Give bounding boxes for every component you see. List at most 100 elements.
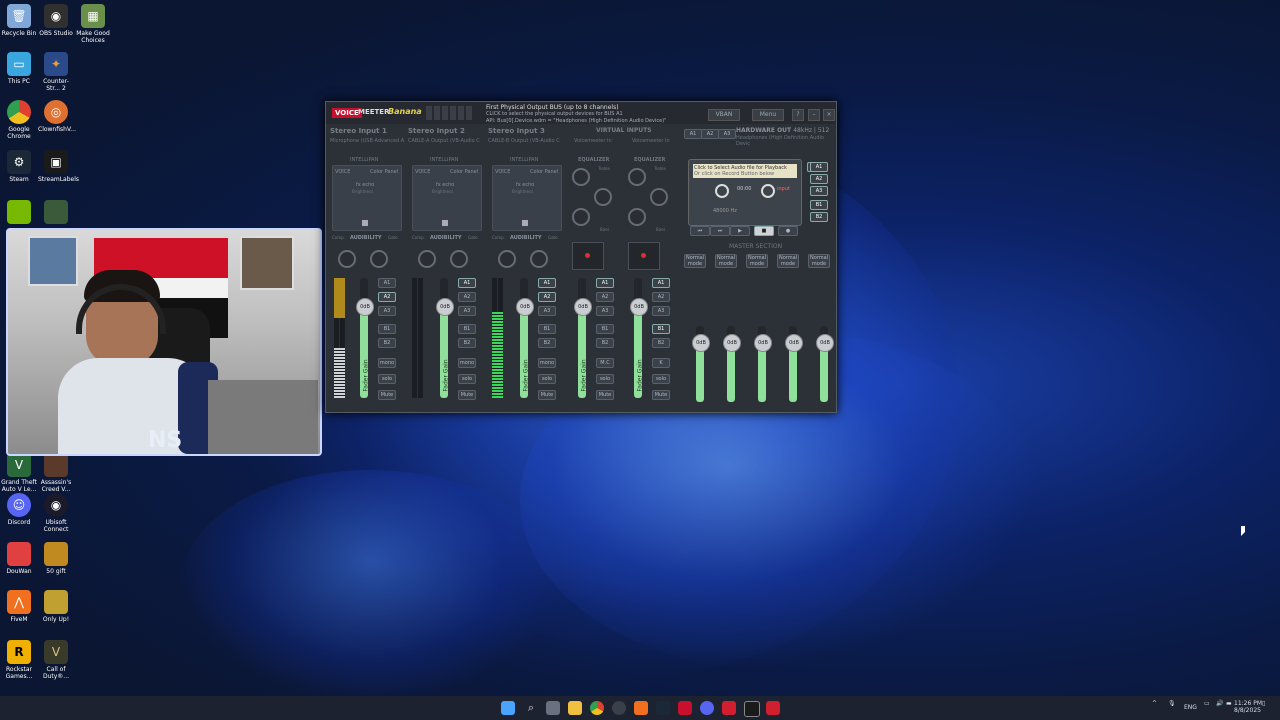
strip2-mute[interactable]: Mute bbox=[458, 390, 476, 400]
strip3-bus-a2[interactable]: A2 bbox=[538, 292, 556, 302]
strip-device-1[interactable]: Microphone (USB Advanced A bbox=[330, 138, 404, 144]
desktop-icon-50-gift[interactable]: 50 gift bbox=[38, 542, 74, 575]
virtual2-k[interactable]: K bbox=[652, 358, 670, 368]
normal-mode-a1[interactable]: Normal mode bbox=[684, 254, 706, 268]
strip-title-3[interactable]: Stereo Input 3 bbox=[488, 127, 545, 135]
master-knob-a2[interactable]: 0dB bbox=[723, 334, 741, 352]
master-fader-a2[interactable] bbox=[727, 344, 735, 402]
master-knob-b2[interactable]: 0dB bbox=[816, 334, 834, 352]
strip1-bus-a2[interactable]: A2 bbox=[378, 292, 396, 302]
eq-knob[interactable] bbox=[628, 168, 646, 186]
fast-forward-button[interactable]: ⏭ bbox=[710, 226, 730, 236]
strip2-bus-a3[interactable]: A3 bbox=[458, 306, 476, 316]
desktop-icon-recycle-bin[interactable]: 🗑 Recycle Bin bbox=[1, 4, 37, 37]
master-knob-a1[interactable]: 0dB bbox=[692, 334, 710, 352]
strip3-bus-a3[interactable]: A3 bbox=[538, 306, 556, 316]
virtual1-bus-a2[interactable]: A2 bbox=[596, 292, 614, 302]
strip3-solo[interactable]: solo bbox=[538, 374, 556, 384]
hw-out-title[interactable]: HARDWARE OUT 48kHz | 512 bbox=[736, 127, 829, 134]
volume-icon[interactable]: 🔊 bbox=[1216, 700, 1223, 707]
virtual1-mc[interactable]: M.C bbox=[596, 358, 614, 368]
intellipan-cursor-1[interactable] bbox=[362, 220, 368, 226]
strip2-bus-a1[interactable]: A1 bbox=[458, 278, 476, 288]
desktop-icon-counter-strike[interactable]: ✦ Counter-Str... 2 bbox=[38, 52, 74, 92]
normal-mode-b1[interactable]: Normal mode bbox=[777, 254, 799, 268]
intellipan-cursor-2[interactable] bbox=[442, 220, 448, 226]
clock[interactable]: 11:26 PM 8/8/2025 bbox=[1234, 700, 1262, 714]
gate-knob-2[interactable] bbox=[450, 250, 468, 268]
desktop-icon-game[interactable] bbox=[38, 200, 74, 226]
battery-icon[interactable]: ▬ bbox=[1226, 700, 1232, 707]
strip3-mute[interactable]: Mute bbox=[538, 390, 556, 400]
desktop-icon-assassins-creed[interactable]: Assassin's Creed V... bbox=[38, 453, 74, 493]
cassette-bus-b1[interactable]: B1 bbox=[810, 200, 828, 210]
app-taskbar-icon-2[interactable] bbox=[766, 701, 780, 715]
steam-taskbar-icon[interactable] bbox=[656, 701, 670, 715]
fader-knob-5[interactable]: 0dB bbox=[630, 298, 648, 316]
fader-knob-1[interactable]: 0dB bbox=[356, 298, 374, 316]
voicemeeter-window[interactable]: VOICE MEETER Banana First Physical Outpu… bbox=[325, 101, 837, 413]
master-knob-b1[interactable]: 0dB bbox=[785, 334, 803, 352]
eq-knob[interactable] bbox=[650, 188, 668, 206]
virtual-input-2[interactable]: Voicemeeter In bbox=[632, 138, 670, 144]
eq-knob[interactable] bbox=[594, 188, 612, 206]
desktop-icon-discord[interactable]: ☺ Discord bbox=[1, 493, 37, 526]
strip1-bus-b1[interactable]: B1 bbox=[378, 324, 396, 334]
strip1-solo[interactable]: solo bbox=[378, 374, 396, 384]
close-button[interactable]: × bbox=[823, 109, 835, 121]
eq-knob[interactable] bbox=[572, 208, 590, 226]
strip3-mono[interactable]: mono bbox=[538, 358, 556, 368]
desktop-icon-streamlabels[interactable]: ▣ StreamLabels bbox=[38, 150, 79, 183]
intellipan-cursor-3[interactable] bbox=[522, 220, 528, 226]
chrome-taskbar-icon[interactable] bbox=[590, 701, 604, 715]
comp-knob-3[interactable] bbox=[498, 250, 516, 268]
strip1-bus-a3[interactable]: A3 bbox=[378, 306, 396, 316]
virtual2-bus-a3[interactable]: A3 bbox=[652, 306, 670, 316]
cassette-bus-a3[interactable]: A3 bbox=[810, 186, 828, 196]
hw-out-bus-a1[interactable]: A1 bbox=[684, 129, 702, 139]
vban-button[interactable]: VBAN bbox=[708, 109, 740, 121]
file-explorer-icon[interactable] bbox=[568, 701, 582, 715]
desktop-icon-ubisoft[interactable]: ◉ Ubisoft Connect bbox=[38, 493, 74, 533]
desktop-icon-make-good-choices[interactable]: ▦ Make Good Choices bbox=[75, 4, 111, 44]
show-hidden-icons[interactable]: ^ bbox=[1152, 700, 1157, 707]
desktop-icon-rockstar[interactable]: R Rockstar Games... bbox=[1, 640, 37, 680]
virtual2-bus-a1[interactable]: A1 bbox=[652, 278, 670, 288]
master-fader-b2[interactable] bbox=[820, 344, 828, 402]
master-fader-a3[interactable] bbox=[758, 344, 766, 402]
rewind-button[interactable]: ⏮ bbox=[690, 226, 710, 236]
desktop-icon-fivem[interactable]: ⋀ FiveM bbox=[1, 590, 37, 623]
macro-grid-icon[interactable] bbox=[426, 106, 474, 120]
virtual1-bus-a3[interactable]: A3 bbox=[596, 306, 614, 316]
master-knob-a3[interactable]: 0dB bbox=[754, 334, 772, 352]
strip2-bus-b2[interactable]: B2 bbox=[458, 338, 476, 348]
cassette-label[interactable]: Click to Select Audio file for Playback … bbox=[693, 164, 797, 178]
fader-knob-3[interactable]: 0dB bbox=[516, 298, 534, 316]
desktop-icon-gta[interactable]: V Grand Theft Auto V Le... bbox=[1, 453, 37, 493]
gate-knob-3[interactable] bbox=[530, 250, 548, 268]
hw-out-bus-a3[interactable]: A3 bbox=[718, 129, 736, 139]
fader-knob-2[interactable]: 0dB bbox=[436, 298, 454, 316]
fader-knob-4[interactable]: 0dB bbox=[574, 298, 592, 316]
virtual1-mute[interactable]: Mute bbox=[596, 390, 614, 400]
notification-icon[interactable]: ▯ bbox=[1262, 700, 1265, 707]
virtual-input-1[interactable]: Voicemeeter In bbox=[574, 138, 612, 144]
strip1-bus-b2[interactable]: B2 bbox=[378, 338, 396, 348]
desktop-icon-clownfish[interactable]: ◎ ClownfishV... bbox=[38, 100, 76, 133]
virtual2-mute[interactable]: Mute bbox=[652, 390, 670, 400]
voicemeeter-titlebar[interactable]: VOICE MEETER Banana First Physical Outpu… bbox=[326, 102, 836, 124]
network-icon[interactable]: ▭ bbox=[1204, 700, 1210, 707]
desktop-icon-nvidia[interactable] bbox=[1, 200, 37, 226]
stop-button[interactable]: ■ bbox=[754, 226, 774, 236]
desktop-icon-this-pc[interactable]: ▭ This PC bbox=[1, 52, 37, 85]
strip-device-2[interactable]: CABLE-A Output (VB-Audio C bbox=[408, 138, 480, 144]
virtual2-solo[interactable]: solo bbox=[652, 374, 670, 384]
virtual-pan-1[interactable] bbox=[572, 242, 604, 270]
desktop-icon-obs[interactable]: ◉ OBS Studio bbox=[38, 4, 74, 37]
eq-knob[interactable] bbox=[572, 168, 590, 186]
strip1-mute[interactable]: Mute bbox=[378, 390, 396, 400]
strip1-mono[interactable]: mono bbox=[378, 358, 396, 368]
normal-mode-a3[interactable]: Normal mode bbox=[746, 254, 768, 268]
start-button[interactable] bbox=[501, 701, 515, 715]
strip3-bus-b2[interactable]: B2 bbox=[538, 338, 556, 348]
